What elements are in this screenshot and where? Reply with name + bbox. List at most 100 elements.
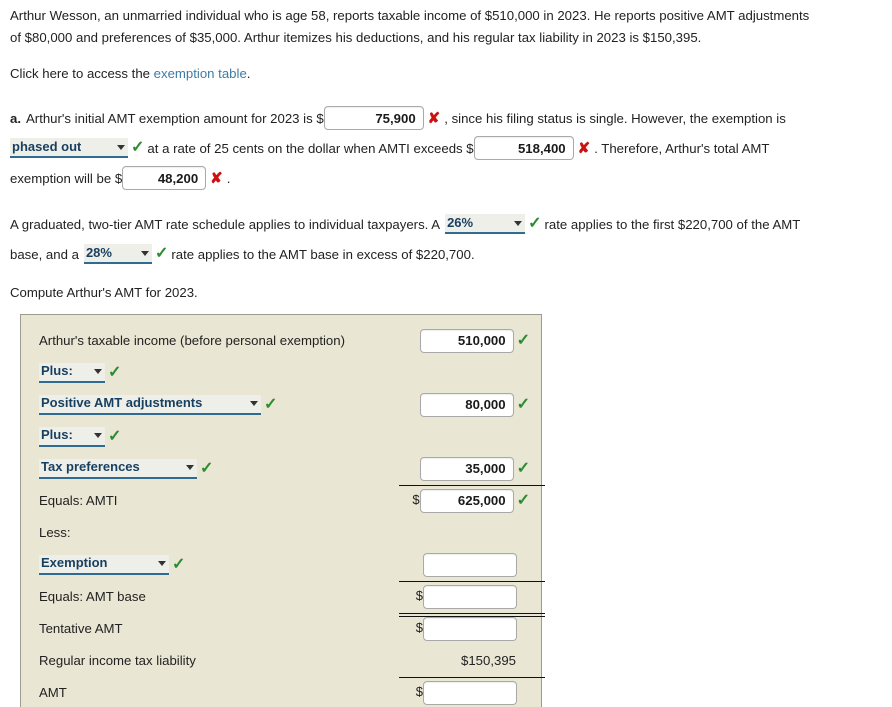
exemption-dropdown-check-icon: ✓ <box>172 555 186 573</box>
table-row-equals-amti: Equals: AMTI $ ✓ <box>21 485 541 517</box>
total-exemption-input[interactable] <box>122 166 207 191</box>
part-a-text-1: Arthur's initial AMT exemption amount fo… <box>26 110 324 126</box>
rate2-check-icon: ✓ <box>154 245 169 263</box>
rate1-dropdown[interactable]: 26% <box>445 214 526 235</box>
rate-schedule-block: A graduated, two-tier AMT rate schedule … <box>10 209 862 269</box>
table-row-plus-2: Plus: ✓ <box>21 421 541 453</box>
tax-preferences-dropdown-label: Tax preferences <box>41 459 140 475</box>
tax-preferences-dropdown[interactable]: Tax preferences <box>39 458 197 479</box>
rate2-dropdown-label: 28% <box>85 245 112 260</box>
exemption-cell: Exemption ✓ <box>39 554 188 575</box>
equals-amt-base-value-cell: $ <box>416 581 533 613</box>
rate-schedule-line-2: base, and a 28% ✓ rate applies to the AM… <box>10 239 862 269</box>
rate-schedule-text-4: rate applies to the AMT base in excess o… <box>171 246 475 262</box>
positive-amt-adjustments-dropdown[interactable]: Positive AMT adjustments <box>39 394 261 415</box>
plus-2-dropdown[interactable]: Plus: <box>39 426 105 447</box>
rate1-check-icon: ✓ <box>528 215 542 233</box>
exemption-input[interactable] <box>423 552 517 577</box>
dollar-sign-tentative-amt: $ <box>415 620 423 636</box>
plus-1-dropdown[interactable]: Plus: <box>39 362 105 383</box>
table-row-exemption: Exemption ✓ <box>21 549 541 581</box>
tax-preferences-cell: Tax preferences ✓ <box>39 458 216 479</box>
phaseout-dropdown[interactable]: phased out <box>10 138 128 159</box>
exemption-table-link[interactable]: exemption table <box>154 66 247 81</box>
positive-amt-adjustments-input[interactable] <box>419 392 514 417</box>
amt-input[interactable] <box>423 680 517 705</box>
part-a-label: a. <box>10 110 21 126</box>
chevron-down-icon <box>140 250 149 256</box>
table-row-plus-1: Plus: ✓ <box>21 357 541 389</box>
access-prefix-text: Click here to access the <box>10 66 154 82</box>
less-label: Less: <box>39 524 71 540</box>
plus-2-check-icon: ✓ <box>108 427 122 445</box>
tentative-amt-value-cell: $ <box>416 613 533 645</box>
amt-value-cell: $ <box>416 677 533 707</box>
chevron-down-icon <box>514 220 523 226</box>
assignment-page: Arthur Wesson, an unmarried individual w… <box>0 0 872 707</box>
equals-amti-input[interactable] <box>419 488 514 513</box>
table-row-equals-amt-base: Equals: AMT base $ <box>21 581 541 613</box>
rate2-dropdown[interactable]: 28% <box>83 244 152 265</box>
taxable-income-check-icon: ✓ <box>516 331 530 349</box>
table-row-taxable-income: Arthur's taxable income (before personal… <box>21 325 541 357</box>
amt-label: AMT <box>39 684 67 700</box>
exemption-value-cell <box>423 549 533 581</box>
part-a-text-4: . Therefore, Arthur's total AMT <box>594 140 770 156</box>
dollar-sign-amt-base: $ <box>415 588 423 604</box>
plus-2-cell: Plus: ✓ <box>39 426 124 447</box>
problem-statement: Arthur Wesson, an unmarried individual w… <box>10 6 862 47</box>
table-row-positive-amt-adjustments: Positive AMT adjustments ✓ ✓ <box>21 389 541 421</box>
amti-threshold-input[interactable] <box>473 136 574 161</box>
plus-2-dropdown-label: Plus: <box>41 427 73 443</box>
table-row-tax-preferences: Tax preferences ✓ ✓ <box>21 453 541 485</box>
equals-amti-label: Equals: AMTI <box>39 492 118 508</box>
phaseout-check-icon: ✓ <box>131 139 145 157</box>
tax-preferences-value-cell: ✓ <box>419 453 533 485</box>
rate-schedule-line-1: A graduated, two-tier AMT rate schedule … <box>10 209 862 239</box>
tentative-amt-input[interactable] <box>423 616 517 641</box>
part-a-line-2: phased out ✓ at a rate of 25 cents on th… <box>10 133 862 163</box>
part-a-line-3: exemption will be $ ✘ . <box>10 163 862 193</box>
phaseout-dropdown-label: phased out <box>12 139 82 154</box>
tentative-amt-label: Tentative AMT <box>39 620 123 636</box>
part-a-text-3: at a rate of 25 cents on the dollar when… <box>147 140 474 156</box>
exemption-dropdown[interactable]: Exemption <box>39 554 169 575</box>
rate-schedule-text-1: A graduated, two-tier AMT rate schedule … <box>10 216 441 232</box>
equals-amt-base-label: Equals: AMT base <box>39 588 146 604</box>
dollar-sign-amt: $ <box>415 684 423 700</box>
plus-1-check-icon: ✓ <box>108 363 122 381</box>
table-row-regular-income-tax-liability: Regular income tax liability $150,395 <box>21 645 541 677</box>
equals-amti-check-icon: ✓ <box>516 491 530 509</box>
positive-amt-adjustments-dropdown-check-icon: ✓ <box>264 395 278 413</box>
problem-line-1: Arthur Wesson, an unmarried individual w… <box>10 8 810 23</box>
plus-1-cell: Plus: ✓ <box>39 362 124 383</box>
table-row-amt: AMT $ <box>21 677 541 707</box>
equals-amt-base-input[interactable] <box>423 584 517 609</box>
tax-preferences-check-icon: ✓ <box>516 459 530 477</box>
part-a-text-2: , since his filing status is single. How… <box>444 110 786 126</box>
exemption-table-access: Click here to access the exemption table… <box>10 64 862 83</box>
regular-income-tax-liability-amount: $150,395 <box>460 652 516 668</box>
taxable-income-label: Arthur's taxable income (before personal… <box>39 332 345 348</box>
access-suffix-text: . <box>246 66 251 82</box>
rate-schedule-text-2: rate applies to the first $220,700 of th… <box>544 216 801 232</box>
positive-amt-adjustments-value-cell: ✓ <box>419 389 533 421</box>
tax-preferences-input[interactable] <box>419 456 514 481</box>
equals-amti-value-cell: $ ✓ <box>412 485 533 517</box>
chevron-down-icon <box>94 369 102 375</box>
positive-amt-adjustments-dropdown-label: Positive AMT adjustments <box>41 395 203 411</box>
table-row-tentative-amt: Tentative AMT $ <box>21 613 541 645</box>
exemption-dropdown-label: Exemption <box>41 555 108 571</box>
problem-line-2: of $80,000 and preferences of $35,000. A… <box>10 30 702 46</box>
chevron-down-icon <box>117 144 125 150</box>
taxable-income-input[interactable] <box>419 328 514 353</box>
chevron-down-icon <box>250 401 258 407</box>
rate-schedule-text-3: base, and a <box>10 246 79 262</box>
part-a-block: a. Arthur's initial AMT exemption amount… <box>10 103 862 193</box>
initial-exemption-input[interactable] <box>323 106 424 131</box>
tax-preferences-dropdown-check-icon: ✓ <box>200 459 214 477</box>
